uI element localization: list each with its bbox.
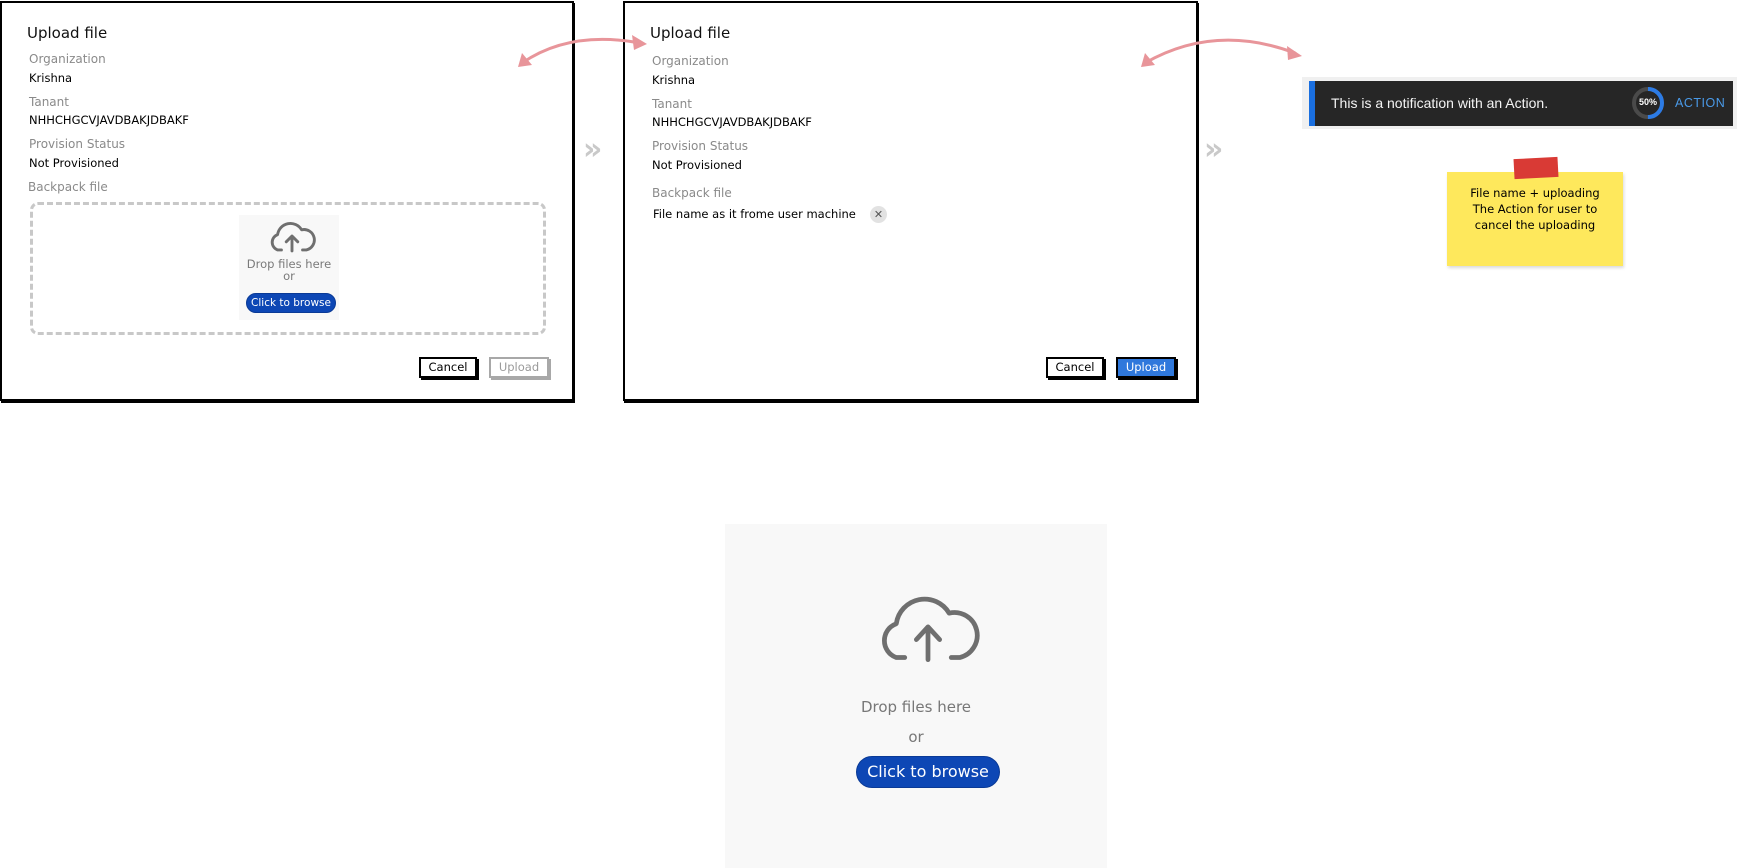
upload-dialog-selected: Upload file Organization Krishna Tanant …	[623, 1, 1198, 401]
curved-double-arrow-icon	[1141, 38, 1302, 67]
sticky-note-tape	[1513, 156, 1559, 180]
organization-value: Krishna	[652, 73, 696, 87]
progress-label: 50%	[1638, 97, 1657, 107]
or-text: or	[283, 269, 295, 283]
provision-status-label: Provision Status	[29, 137, 126, 151]
dialog-title: Upload file	[27, 24, 108, 42]
upload-button[interactable]: Upload	[489, 357, 549, 378]
tenant-value: NHHCHGCVJAVDBAKJDBAKF	[652, 115, 812, 129]
double-chevron-right-icon: »	[583, 132, 603, 167]
cancel-button[interactable]: Cancel	[419, 357, 477, 378]
cloud-upload-icon	[882, 596, 980, 663]
click-to-browse-button[interactable]: Click to browse	[246, 293, 336, 313]
backpack-file-label: Backpack file	[28, 180, 108, 194]
provision-status-value: Not Provisioned	[29, 156, 119, 170]
file-dropzone[interactable]: Drop files here or Click to browse	[30, 202, 546, 335]
upload-button[interactable]: Upload	[1116, 357, 1176, 378]
upload-dialog-empty: Upload file Organization Krishna Tanant …	[0, 1, 574, 401]
provision-status-label: Provision Status	[652, 139, 749, 153]
organization-value: Krishna	[29, 71, 73, 85]
drop-files-text: Drop files here	[860, 698, 972, 716]
organization-label: Organization	[29, 52, 106, 66]
cloud-upload-icon	[270, 222, 316, 253]
dropzone-preview[interactable]: Drop files here or Click to browse	[725, 524, 1107, 868]
cancel-button[interactable]: Cancel	[1046, 357, 1104, 378]
remove-file-close-icon[interactable]: ✕	[870, 206, 887, 223]
sticky-note-text: File name + uploading The Action for use…	[1470, 186, 1600, 232]
double-chevron-right-icon: »	[1204, 132, 1224, 167]
notification-toast: This is a notification with an Action. 5…	[1309, 81, 1733, 126]
selected-file-name: File name as it frome user machine	[653, 207, 856, 221]
click-to-browse-button[interactable]: Click to browse	[856, 756, 1000, 788]
notification-action-button[interactable]: ACTION	[1675, 96, 1725, 110]
sticky-note: File name + uploading The Action for use…	[1447, 172, 1623, 266]
tenant-label: Tanant	[652, 97, 692, 111]
curved-double-arrow-icon	[518, 35, 647, 67]
organization-label: Organization	[652, 54, 729, 68]
backpack-file-label: Backpack file	[652, 186, 732, 200]
dialog-title: Upload file	[650, 24, 731, 42]
notification-message: This is a notification with an Action.	[1331, 95, 1549, 111]
or-text: or	[908, 728, 924, 746]
provision-status-value: Not Provisioned	[652, 158, 742, 172]
tenant-value: NHHCHGCVJAVDBAKJDBAKF	[29, 113, 189, 127]
tenant-label: Tanant	[29, 95, 69, 109]
